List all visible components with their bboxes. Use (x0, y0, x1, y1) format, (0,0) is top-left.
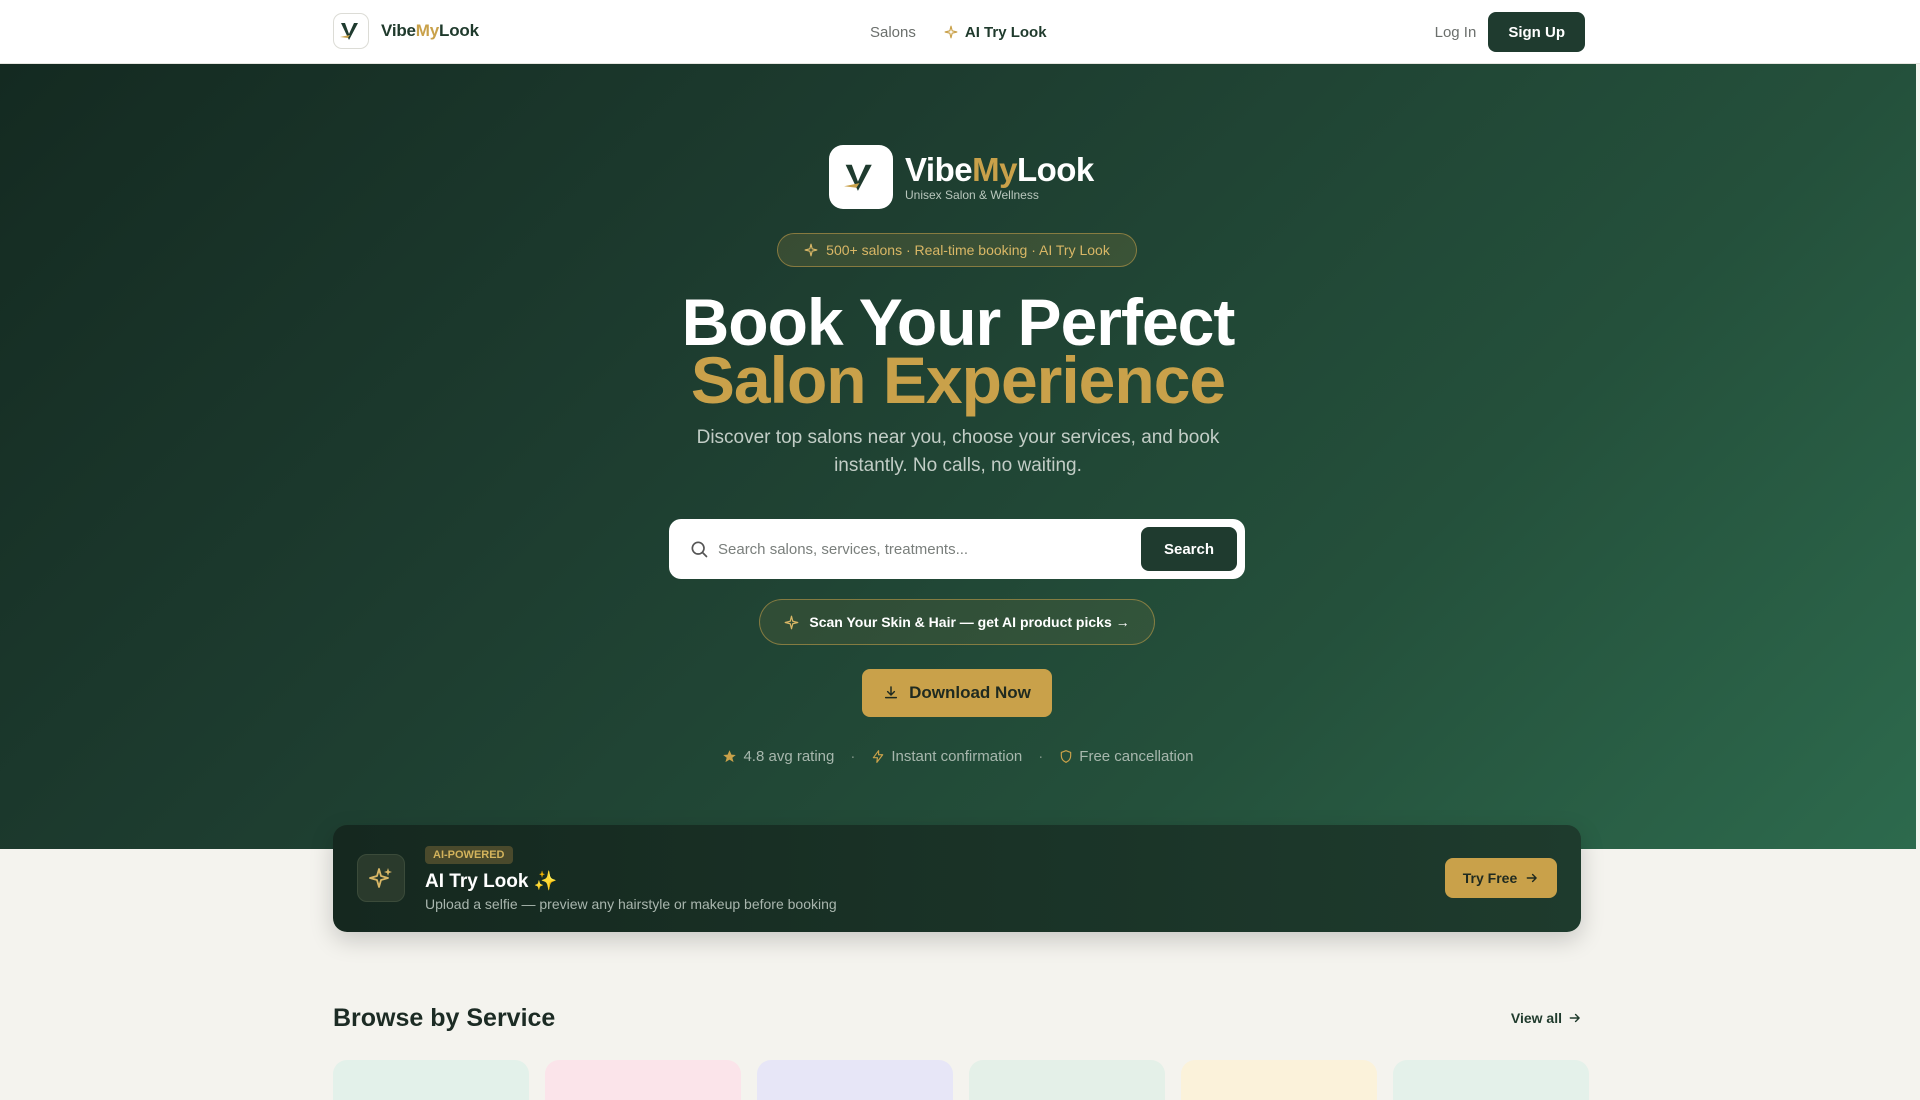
download-icon (885, 686, 898, 699)
arrow-right-icon (1526, 873, 1538, 883)
stat-separator: · (850, 748, 856, 765)
service-card[interactable] (1393, 1060, 1589, 1100)
search-bar: Search (669, 519, 1245, 579)
nav-link-salons[interactable]: Salons (870, 24, 916, 41)
search-input[interactable] (716, 519, 1116, 579)
sparkle-icon (944, 25, 958, 39)
nav-link-ai-label: AI Try Look (964, 23, 1047, 41)
stat-rating-text: 4.8 avg rating (743, 748, 835, 765)
banner-title: AI Try Look ✨ (425, 871, 558, 892)
browse-section-title: Browse by Service (333, 1004, 556, 1032)
stat-confirmation-text: Instant confirmation (891, 748, 1023, 765)
auth-actions: Log In Sign Up (1435, 12, 1585, 52)
sparkle-icon (785, 615, 799, 629)
search-icon (691, 541, 708, 558)
arrow-right-icon (1569, 1013, 1580, 1023)
try-free-button[interactable]: Try Free (1445, 858, 1557, 898)
features-pill: 500+ salons · Real-time booking · AI Try… (777, 233, 1137, 267)
download-label: Download Now (909, 683, 1031, 702)
stat-rating: 4.8 avg rating (722, 748, 834, 765)
stat-cancellation-text: Free cancellation (1079, 748, 1194, 765)
download-now-button[interactable]: Download Now (862, 669, 1052, 717)
brand-link[interactable]: VibeMyLook (333, 13, 479, 49)
scan-cta-label: Scan Your Skin & Hair — get AI product p… (809, 614, 1130, 630)
shield-icon (1061, 750, 1072, 763)
sparkles-icon (357, 854, 405, 902)
hero-headline-line2: Salon Experience (690, 343, 1226, 417)
search-button[interactable]: Search (1141, 527, 1237, 571)
stat-cancellation: Free cancellation (1059, 748, 1194, 765)
scan-skin-hair-button[interactable]: Scan Your Skin & Hair — get AI product p… (759, 599, 1155, 645)
v-logo-icon (333, 13, 369, 49)
sparkle-icon (804, 243, 818, 257)
view-all-link[interactable]: View all (1511, 1010, 1582, 1026)
hero-brand-name: VibeMyLook (905, 150, 1094, 188)
hero-brand: VibeMyLook Unisex Salon & Wellness (829, 145, 1094, 209)
brand-name: VibeMyLook (381, 21, 479, 40)
service-cards (333, 1060, 1589, 1100)
ai-try-look-banner: AI-POWERED AI Try Look ✨ Upload a selfie… (333, 825, 1581, 932)
signup-button[interactable]: Sign Up (1488, 12, 1585, 52)
login-link[interactable]: Log In (1435, 24, 1477, 41)
service-card[interactable] (333, 1060, 529, 1100)
banner-subtitle: Upload a selfie — preview any hairstyle … (425, 896, 837, 912)
top-navbar: VibeMyLook Salons AI Try Look Log In Sig… (0, 0, 1920, 64)
service-card[interactable] (1181, 1060, 1377, 1100)
star-icon (723, 750, 737, 763)
bolt-icon (873, 750, 884, 763)
try-free-label: Try Free (1462, 870, 1518, 886)
service-card[interactable] (757, 1060, 953, 1100)
nav-links: Salons AI Try Look (870, 0, 1047, 64)
view-all-label: View all (1510, 1010, 1562, 1026)
hero-tagline: Unisex Salon & Wellness (905, 187, 1039, 202)
stat-separator: · (1038, 748, 1044, 765)
stat-confirmation: Instant confirmation (871, 748, 1022, 765)
ai-powered-badge: AI-POWERED (425, 846, 513, 864)
v-logo-icon (829, 145, 893, 209)
service-card[interactable] (969, 1060, 1165, 1100)
nav-link-ai-try-look[interactable]: AI Try Look (944, 24, 1047, 41)
hero-stats: 4.8 avg rating · Instant confirmation · … (0, 748, 1916, 765)
service-card[interactable] (545, 1060, 741, 1100)
hero-subtitle: Discover top salons near you, choose you… (696, 427, 1220, 476)
features-pill-text: 500+ salons · Real-time booking · AI Try… (826, 242, 1110, 258)
